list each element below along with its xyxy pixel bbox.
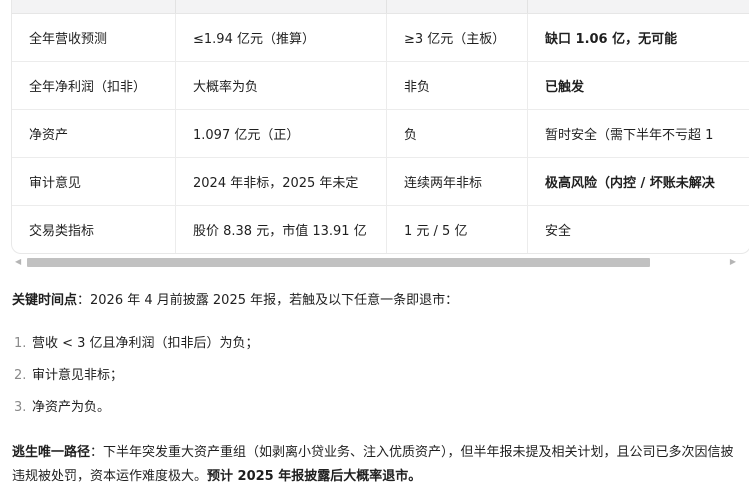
list-item: 3. 净资产为负。 [14,396,259,428]
scrollbar-thumb[interactable] [27,258,650,267]
current-value-cell: 2024 年非标，2025 年未定 [175,158,386,205]
metric-name-cell: 全年营收预测 [29,32,108,47]
list-number: 1. [14,336,27,351]
threshold-cell: 1 元 / 5 亿 [386,206,527,253]
current-value-cell: 1.097 亿元（正） [175,110,386,157]
horizontal-scrollbar[interactable]: ◀ ▶ [11,255,736,269]
current-value-cell: ≤1.94 亿元（推算） [175,14,386,61]
threshold-cell: 连续两年非标 [386,158,527,205]
key-time-paragraph: 关键时间点：2026 年 4 月前披露 2025 年报，若触及以下任意一条即退市… [12,289,737,313]
list-item: 2. 审计意见非标； [14,364,259,396]
exit-conditions-list: 1. 营收 < 3 亿且净利润（扣非后）为负； 2. 审计意见非标； 3. 净资产为负… [14,332,259,428]
list-item-text: 营收 < 3 亿且净利润（扣非后）为负； [32,336,259,351]
threshold-cell: ≥3 亿元（主板） [386,14,527,61]
risk-table: 全年营收预测 ≤1.94 亿元（推算） ≥3 亿元（主板） 缺口 1.06 亿，无可能… [11,0,749,254]
metric-name-cell: 审计意见 [29,176,82,191]
list-item-text: 净资产为负。 [32,400,111,415]
key-time-text: ：2026 年 4 月前披露 2025 年报，若触及以下任意一条即退市： [77,293,459,308]
assessment-cell: 缺口 1.06 亿，无可能 [527,14,749,61]
threshold-cell: 非负 [386,62,527,109]
table-row: 全年净利润（扣非） 大概率为负 非负 已触发 [12,62,749,110]
key-time-label: 关键时间点 [12,293,78,308]
scroll-left-icon[interactable]: ◀ [15,255,21,269]
assessment-cell: 极高风险（内控 / 坏账未解决 [527,158,749,205]
current-value-cell: 大概率为负 [175,62,386,109]
assessment-cell: 暂时安全（需下半年不亏超 1 [527,110,749,157]
scroll-right-icon[interactable]: ▶ [730,255,736,269]
metric-name-cell: 净资产 [29,128,69,143]
list-number: 3. [14,400,27,415]
escape-paragraph: 逃生唯一路径：下半年突发重大资产重组（如剥离小贷业务、注入优质资产），但半年报未… [12,441,734,489]
list-number: 2. [14,368,27,383]
current-value-cell: 股价 8.38 元，市值 13.91 亿 [175,206,386,253]
assessment-cell: 已触发 [527,62,749,109]
table-row: 净资产 1.097 亿元（正）负暂时安全（需下半年不亏超 1 [12,110,749,158]
table-row: 交易类指标 股价 8.38 元，市值 13.91 亿1 元 / 5 亿安全 [12,206,749,253]
escape-conclusion: 预计 2025 年报披露后大概率退市。 [207,469,422,484]
table-row: 审计意见 2024 年非标，2025 年未定 连续两年非标 极高风险（内控 / 坏账未… [12,158,749,206]
table-header-strip [12,0,749,14]
list-item-text: 审计意见非标； [32,368,124,383]
metric-name-cell: 全年净利润（扣非） [29,80,147,95]
assessment-cell: 安全 [527,206,749,253]
list-item: 1. 营收 < 3 亿且净利润（扣非后）为负； [14,332,259,364]
threshold-cell: 负 [386,110,527,157]
metric-name-cell: 交易类指标 [29,224,95,239]
escape-label: 逃生唯一路径 [12,445,91,460]
table-row: 全年营收预测 ≤1.94 亿元（推算） ≥3 亿元（主板） 缺口 1.06 亿，无可能 [12,14,749,62]
